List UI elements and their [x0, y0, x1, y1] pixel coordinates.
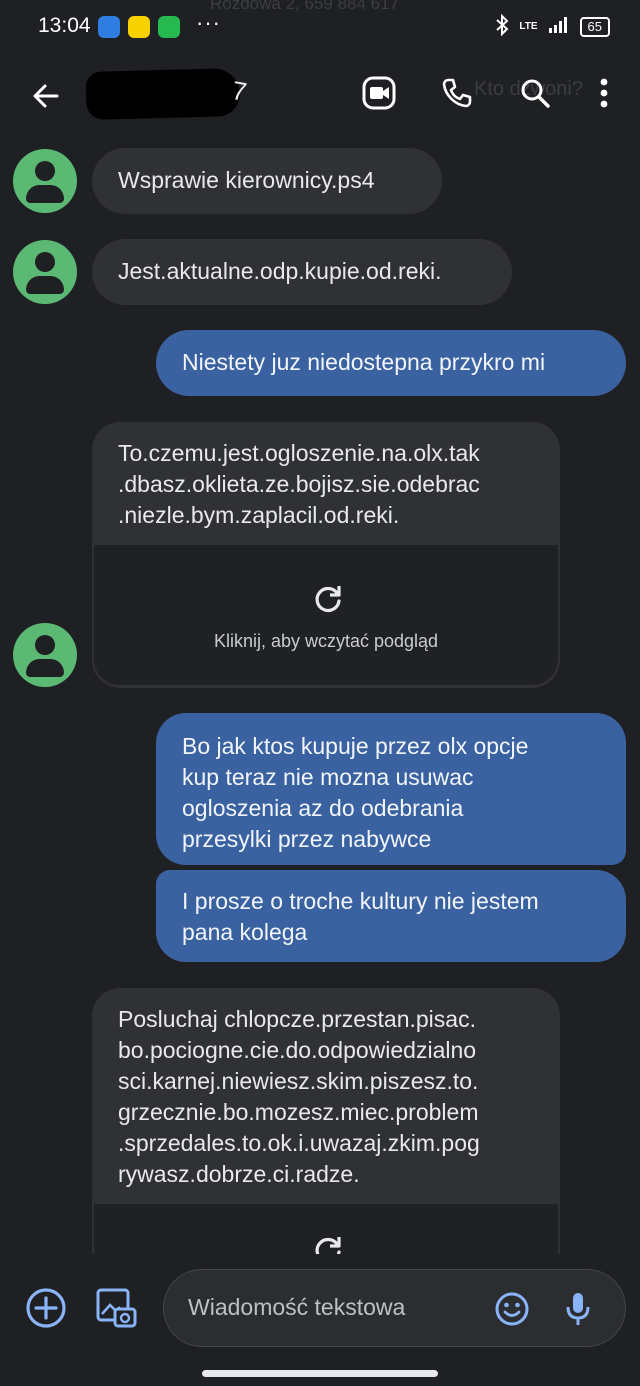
video-call-button[interactable]: [352, 66, 406, 120]
link-preview-card[interactable]: Kliknij, aby wczytać podgląd: [92, 545, 560, 687]
load-preview-label: Kliknij, aby wczytać podgląd: [213, 631, 439, 651]
search-button[interactable]: [508, 66, 562, 120]
contact-avatar[interactable]: [13, 623, 77, 687]
emoji-button[interactable]: [490, 1287, 534, 1331]
message-text: Wsprawie kierownicy.ps4: [118, 167, 375, 193]
refresh-icon: [312, 1234, 344, 1254]
message-input-placeholder: Wiadomość tekstowa: [188, 1294, 406, 1320]
app-bar: 7 Kto dzwoni?: [0, 56, 640, 136]
status-time: 13:04: [38, 14, 91, 37]
conversation-list[interactable]: Wsprawie kierownicy.ps4 Jest.aktualne.od…: [0, 136, 640, 1254]
voice-input-button[interactable]: [556, 1287, 600, 1331]
signal-icon: [548, 16, 570, 37]
message-bubble-outgoing[interactable]: Niestety juz niedostepna przykro mi: [156, 330, 626, 396]
message-text: Jest.aktualne.odp.kupie.od.reki.: [118, 258, 442, 284]
message-bubble-outgoing[interactable]: Bo jak ktos kupuje przez olx opcje kup t…: [156, 713, 626, 865]
status-bar: Rozdowa 2, 659 884 617 13:04 ··· LTE 65: [0, 0, 640, 56]
phone-notification-icon: [158, 16, 180, 38]
contact-avatar[interactable]: [13, 149, 77, 213]
gallery-icon: [96, 1288, 137, 1328]
more-vert-icon: [600, 78, 608, 108]
more-notifications-icon: ···: [196, 10, 221, 35]
bluetooth-icon: [495, 13, 509, 39]
message-bubble-outgoing[interactable]: I prosze o troche kultury nie jestem pan…: [156, 870, 626, 962]
message-text: To.czemu.jest.ogloszenie.na.olx.tak .dba…: [118, 440, 480, 528]
add-circle-icon: [26, 1288, 66, 1328]
message-text: Niestety juz niedostepna przykro mi: [182, 349, 546, 375]
snapchat-notification-icon: [128, 16, 150, 38]
home-indicator: [202, 1370, 438, 1377]
link-preview-card[interactable]: [92, 1204, 560, 1254]
message-bubble-incoming-with-preview[interactable]: To.czemu.jest.ogloszenie.na.olx.tak .dba…: [92, 422, 560, 688]
back-arrow-icon: [33, 84, 59, 108]
emoji-icon: [495, 1292, 529, 1326]
network-type: LTE: [519, 21, 538, 32]
mic-icon: [566, 1293, 590, 1325]
message-bubble-incoming-with-preview[interactable]: Posluchaj chlopcze.przestan.pisac. bo.po…: [92, 988, 560, 1254]
message-bubble-incoming[interactable]: Wsprawie kierownicy.ps4: [92, 148, 442, 214]
message-text: Bo jak ktos kupuje przez olx opcje kup t…: [182, 733, 529, 852]
more-options-button[interactable]: [584, 66, 624, 120]
gallery-button[interactable]: [92, 1284, 140, 1332]
redacted-contact-name: [85, 67, 241, 121]
browser-notification-icon: [98, 16, 120, 38]
video-call-icon: [362, 76, 396, 110]
background-caller-text: Rozdowa 2, 659 884 617: [210, 0, 400, 13]
message-text: I prosze o troche kultury nie jestem pan…: [182, 888, 539, 945]
message-text: Posluchaj chlopcze.przestan.pisac. bo.po…: [118, 1006, 480, 1187]
message-input[interactable]: Wiadomość tekstowa: [163, 1269, 626, 1347]
battery-indicator: 65: [579, 16, 610, 37]
phone-call-button[interactable]: [430, 66, 484, 120]
message-bubble-incoming[interactable]: Jest.aktualne.odp.kupie.od.reki.: [92, 239, 512, 305]
phone-icon: [442, 78, 472, 108]
attach-button[interactable]: [22, 1284, 70, 1332]
search-icon: [521, 79, 550, 108]
contact-avatar[interactable]: [13, 240, 77, 304]
back-button[interactable]: [20, 70, 72, 122]
refresh-icon: [312, 583, 344, 620]
